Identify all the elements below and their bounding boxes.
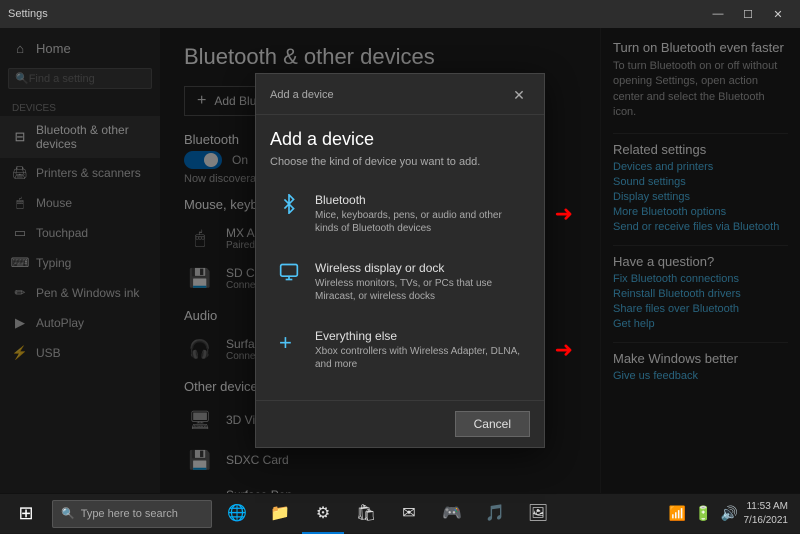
taskbar-app-xbox[interactable]: 🎮	[431, 494, 473, 534]
search-icon: 🔍	[61, 507, 75, 520]
taskbar-search[interactable]: 🔍 Type here to search	[52, 500, 212, 528]
modal-header: Add a device ✕	[256, 74, 544, 115]
modal-close-button[interactable]: ✕	[508, 84, 530, 106]
taskbar-app-edge[interactable]: 🌐	[216, 494, 258, 534]
taskbar-app-photos[interactable]: 🖼	[517, 494, 559, 534]
add-device-modal: Add a device ✕ Add a device Choose the k…	[255, 73, 545, 448]
bluetooth-option-title: Bluetooth	[315, 193, 521, 207]
taskbar-system-icons: 📶 🔋 🔊 11:53 AM 7/16/2021	[666, 494, 797, 534]
titlebar-controls: — ☐ ✕	[704, 4, 792, 24]
modal-option-bluetooth[interactable]: Bluetooth Mice, keyboards, pens, or audi…	[270, 182, 530, 246]
bluetooth-option-desc: Mice, keyboards, pens, or audio and othe…	[315, 209, 521, 235]
modal-subtitle: Choose the kind of device you want to ad…	[270, 156, 530, 168]
taskbar-app-store[interactable]: 🛍	[345, 494, 387, 534]
taskbar-time[interactable]: 11:53 AM 7/16/2021	[744, 500, 797, 528]
modal-option-everything[interactable]: + Everything else Xbox controllers with …	[270, 318, 530, 382]
taskbar-app-settings[interactable]: ⚙	[302, 494, 344, 534]
everything-option-desc: Xbox controllers with Wireless Adapter, …	[315, 345, 521, 371]
maximize-button[interactable]: ☐	[734, 4, 762, 24]
modal-footer: Cancel	[256, 400, 544, 447]
wireless-option-desc: Wireless monitors, TVs, or PCs that use …	[315, 277, 521, 303]
network-icon[interactable]: 📶	[666, 494, 690, 534]
wireless-option-icon	[279, 262, 303, 287]
modal-title: Add a device	[270, 129, 530, 150]
taskbar-search-label: Type here to search	[81, 508, 178, 520]
battery-icon[interactable]: 🔋	[692, 494, 716, 534]
red-arrow-everything: ➜	[555, 337, 573, 363]
minimize-button[interactable]: —	[704, 4, 732, 24]
modal-body: Add a device Choose the kind of device y…	[256, 115, 544, 400]
everything-option-title: Everything else	[315, 329, 521, 343]
taskbar: ⊞ 🔍 Type here to search 🌐 📁 ⚙ 🛍 ✉ 🎮 🎵 🖼 …	[0, 493, 800, 533]
bluetooth-option-icon	[279, 194, 303, 219]
taskbar-apps: 🌐 📁 ⚙ 🛍 ✉ 🎮 🎵 🖼	[216, 494, 559, 534]
taskbar-app-mail[interactable]: ✉	[388, 494, 430, 534]
titlebar-title: Settings	[8, 8, 48, 20]
everything-option-icon: +	[279, 330, 303, 356]
volume-icon[interactable]: 🔊	[718, 494, 742, 534]
titlebar: Settings — ☐ ✕	[0, 0, 800, 28]
modal-cancel-button[interactable]: Cancel	[455, 411, 530, 437]
red-arrow-bluetooth: ➜	[555, 201, 573, 227]
start-button[interactable]: ⊞	[4, 494, 48, 533]
taskbar-app-music[interactable]: 🎵	[474, 494, 516, 534]
wireless-option-title: Wireless display or dock	[315, 261, 521, 275]
close-button[interactable]: ✕	[764, 4, 792, 24]
modal-option-wireless[interactable]: Wireless display or dock Wireless monito…	[270, 250, 530, 314]
taskbar-app-files[interactable]: 📁	[259, 494, 301, 534]
modal-header-title: Add a device	[270, 89, 334, 101]
modal-overlay: Add a device ✕ Add a device Choose the k…	[0, 28, 800, 493]
